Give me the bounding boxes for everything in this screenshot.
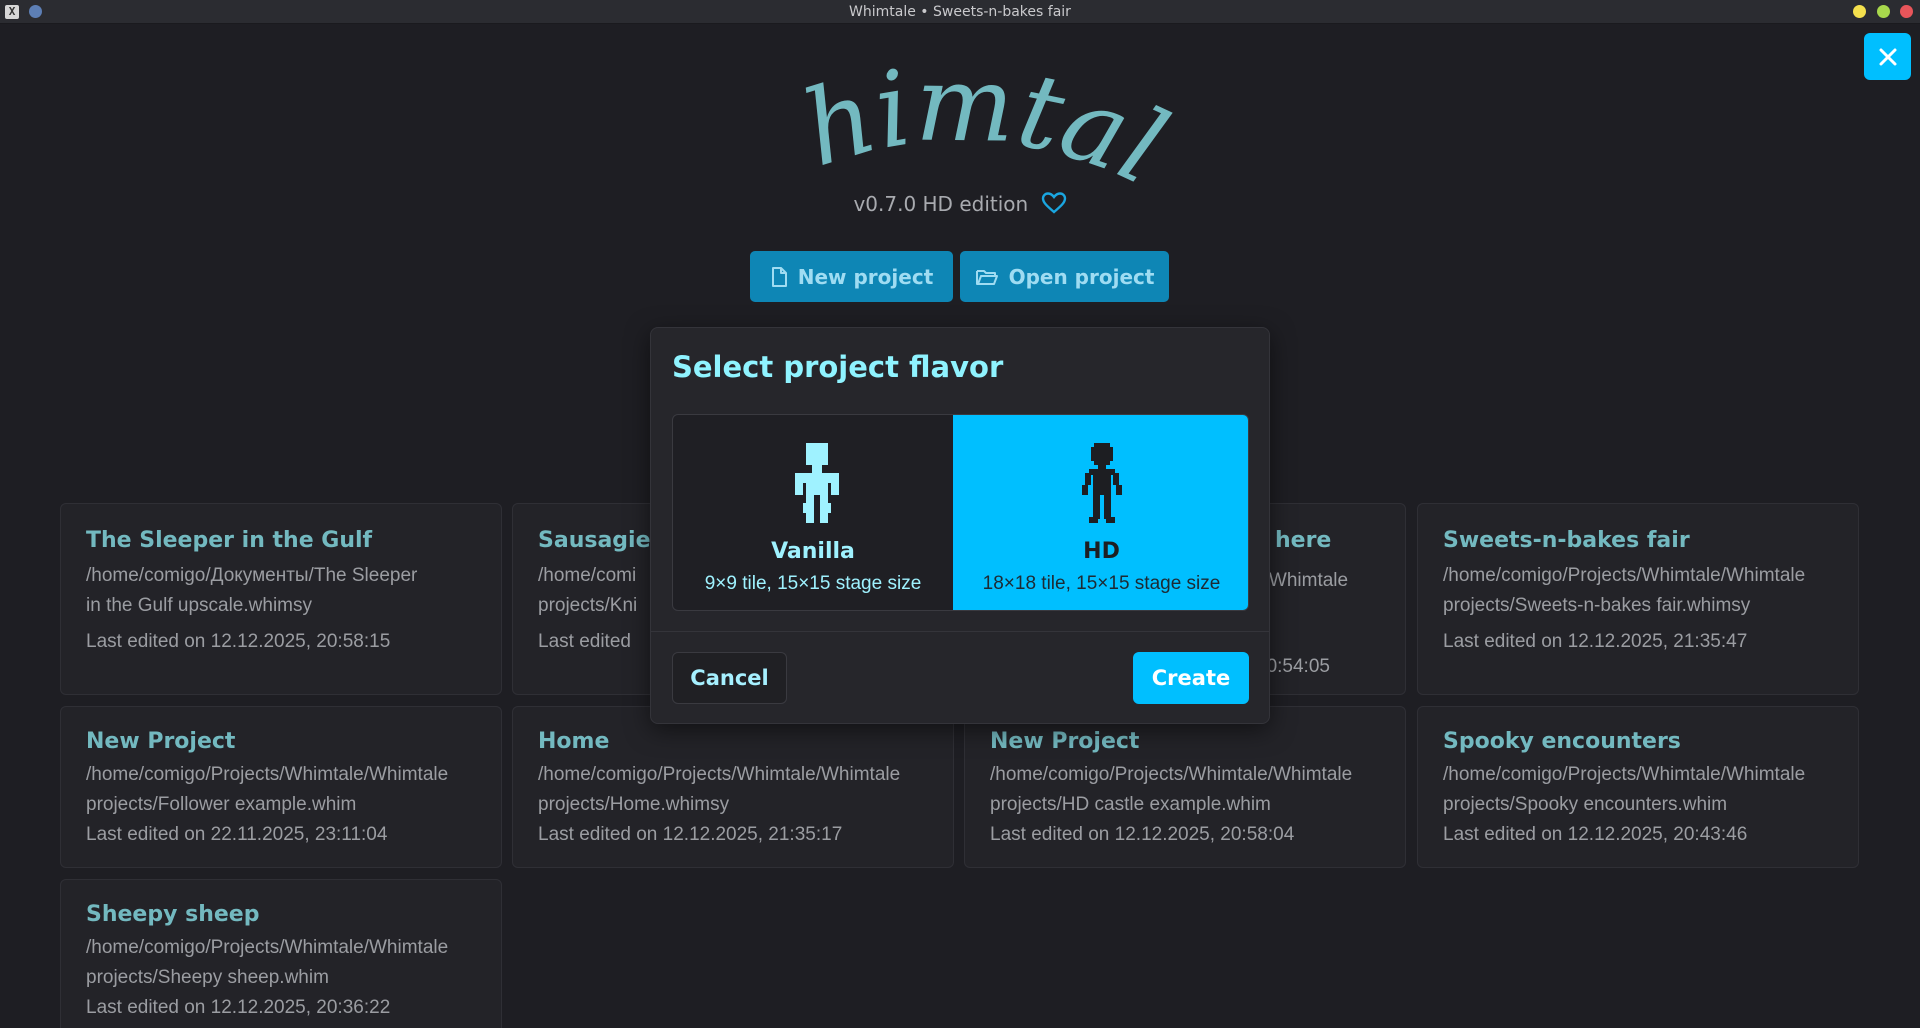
logo-text: Whimtale (687, 0, 1185, 209)
select-flavor-dialog: Select project flavor Vanilla 9×9 tile, … (650, 327, 1270, 724)
project-card[interactable]: Sweets-n-bakes fair /home/comigo/Project… (1417, 503, 1859, 695)
flavor-option-hd[interactable]: HD 18×18 tile, 15×15 stage size (953, 415, 1248, 610)
project-title: The Sleeper in the Gulf (86, 528, 373, 553)
project-card[interactable]: New Project /home/comigo/Projects/Whimta… (60, 706, 502, 868)
vanilla-character-icon (795, 443, 839, 523)
open-folder-icon (975, 269, 998, 285)
create-button[interactable]: Create (1133, 652, 1249, 704)
project-path: /home/comigo/Projects/Whimtale/Whimtale … (990, 764, 1353, 815)
project-title: New Project (990, 729, 1140, 754)
project-card[interactable]: The Sleeper in the Gulf /home/comigo/Док… (60, 503, 502, 695)
project-edited: Last edited on 12.12.2025, 21:35:17 (538, 824, 843, 845)
close-overlay-button[interactable] (1864, 33, 1911, 80)
flavor-option-vanilla[interactable]: Vanilla 9×9 tile, 15×15 stage size (673, 415, 953, 610)
maximize-button[interactable] (1877, 5, 1890, 18)
project-title: Spooky encounters (1443, 729, 1681, 754)
project-title: Sweets-n-bakes fair (1443, 528, 1690, 553)
project-title: New Project (86, 729, 236, 754)
project-card[interactable]: New Project /home/comigo/Projects/Whimta… (964, 706, 1406, 868)
minimize-button[interactable] (1853, 5, 1866, 18)
project-path: /home/comigo/Projects/Whimtale/Whimtale … (86, 937, 449, 988)
project-path: /home/comigo/Projects/Whimtale/Whimtale … (538, 764, 901, 815)
project-edited: Last edited on 12.12.2025, 20:58:15 (86, 631, 391, 652)
project-edited: Last edited on 22.11.2025, 23:11:04 (86, 824, 388, 845)
flavor-name: Vanilla (771, 539, 855, 564)
window-title: Whimtale • Sweets-n-bakes fair (849, 4, 1071, 20)
flavor-description: 18×18 tile, 15×15 stage size (982, 573, 1221, 594)
project-card[interactable]: Spooky encounters /home/comigo/Projects/… (1417, 706, 1859, 868)
hd-character-icon (1082, 443, 1122, 523)
project-title: Home (538, 729, 610, 754)
cancel-button[interactable]: Cancel (672, 652, 787, 704)
project-edited: Last edited on 12.12.2025, 20:43:46 (1443, 824, 1748, 845)
heart-icon (1041, 192, 1066, 214)
project-edited: Last edited on 12.12.2025, 20:36:22 (86, 997, 391, 1018)
open-project-button[interactable]: Open project (960, 251, 1169, 302)
window-close-button[interactable] (1900, 5, 1913, 18)
project-title: Sheepy sheep (86, 902, 260, 927)
project-title: here (1275, 528, 1332, 553)
project-card[interactable]: Home /home/comigo/Projects/Whimtale/Whim… (512, 706, 954, 868)
flavor-description: 9×9 tile, 15×15 stage size (704, 573, 922, 594)
flavor-name: HD (1083, 539, 1120, 564)
project-card[interactable]: Sheepy sheep /home/comigo/Projects/Whimt… (60, 879, 502, 1028)
project-edited: Last edited on 12.12.2025, 20:58:04 (990, 824, 1295, 845)
dialog-title: Select project flavor (672, 350, 1004, 384)
dialog-divider (651, 631, 1269, 632)
project-edited: Last edited on 12.12.2025, 21:35:47 (1443, 631, 1748, 652)
project-path: /home/comigo/Projects/Whimtale/Whimtale … (86, 764, 449, 815)
flavor-selector: Vanilla 9×9 tile, 15×15 stage size HD 18… (672, 414, 1249, 611)
project-path: /home/comigo/Projects/Whimtale/Whimtale … (1443, 764, 1806, 815)
close-icon (1879, 48, 1896, 65)
version-label: v0.7.0 HD edition (0, 192, 1920, 216)
new-project-button[interactable]: New project (750, 251, 953, 302)
project-path: /home/comigo/Документы/The Sleeper in th… (86, 565, 418, 616)
app-logo: Whimtale (687, 0, 1185, 209)
svg-text:Whimtale: Whimtale (740, 50, 1180, 200)
window-titlebar: X Whimtale • Sweets-n-bakes fair (0, 0, 1920, 24)
new-file-icon (771, 266, 787, 287)
project-path: /home/comigo/Projects/Whimtale/Whimtale … (1443, 565, 1806, 616)
